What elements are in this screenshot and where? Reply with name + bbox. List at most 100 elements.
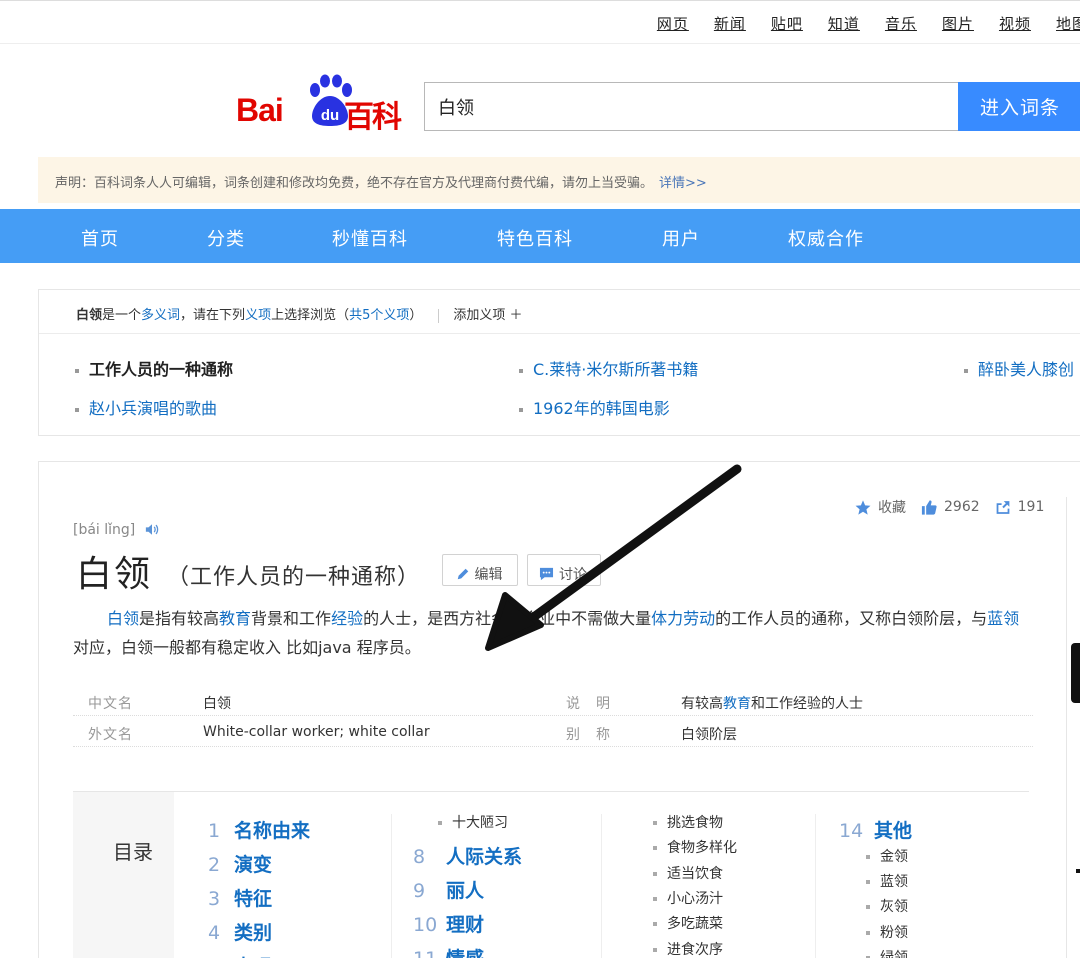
summary-paragraph: 白领是指有较高教育背景和工作经验的人士，是西方社会对企业中不需做大量体力劳动的工… [73, 604, 1033, 662]
top-link-zhidao[interactable]: 知道 [828, 13, 860, 34]
catalog-title: 其他 [874, 820, 913, 842]
top-link-music[interactable]: 音乐 [885, 13, 917, 34]
divider [438, 308, 440, 323]
thumbs-up-icon [921, 499, 937, 515]
search-input[interactable] [425, 83, 958, 130]
sense-item[interactable]: C.莱特·米尔斯所著书籍 [519, 356, 698, 380]
info-value: White-collar worker; white collar [203, 724, 430, 740]
top-link-tieba[interactable]: 贴吧 [771, 13, 803, 34]
catalog-subitem[interactable]: 十大陋习 [438, 812, 508, 832]
catalog-title: 丽人 [446, 880, 485, 902]
top-link-news[interactable]: 新闻 [714, 13, 746, 34]
logo-baike-text: 百科 [344, 100, 402, 135]
catalog-subitem[interactable]: 绿领 [866, 947, 908, 958]
info-value-link[interactable]: 教育 [723, 696, 751, 712]
summary-link[interactable]: 蓝领 [987, 609, 1019, 628]
sense-link[interactable]: 义项 [245, 308, 271, 323]
catalog-num: 9 [413, 880, 426, 902]
summary-text: 背景和工作 [251, 609, 332, 628]
summary-text: 是指有较高 [139, 609, 220, 628]
summary-link[interactable]: 体力劳动 [651, 609, 715, 628]
sense-count: 共5个义项 [349, 308, 410, 323]
info-key: 外文名 [88, 727, 133, 743]
catalog-num: 1 [208, 820, 221, 842]
polysemy-text: 上选择浏览（ [271, 308, 350, 323]
nav-item-home[interactable]: 首页 [81, 225, 119, 251]
catalog-item[interactable]: 3 特征 [208, 884, 272, 911]
polysemy-link[interactable]: 多义词 [141, 308, 180, 323]
catalog-title: 演变 [234, 854, 273, 876]
sense-item-current[interactable]: 工作人员的一种通称 [75, 356, 233, 380]
summary-link[interactable]: 教育 [219, 609, 251, 628]
catalog-subitem[interactable]: 多吃蔬菜 [653, 913, 723, 933]
catalog: 目录 1名称由来 2演变 3特征 4类别 5表现 十大陋习 8人际关系 9丽人 … [73, 791, 1029, 958]
catalog-num: 3 [208, 888, 221, 910]
basic-info-table: 中文名 白领 说 明 有较高教育和工作经验的人士 外文名 White-colla… [73, 685, 1033, 747]
catalog-item[interactable]: 11情感 [413, 944, 484, 958]
catalog-num: 14 [839, 820, 864, 842]
catalog-item[interactable]: 10 理财 [413, 910, 484, 937]
catalog-title: 名称由来 [234, 820, 311, 842]
nav-item-partnership[interactable]: 权威合作 [788, 225, 864, 251]
edit-button[interactable]: 编辑 [442, 554, 518, 586]
nav-item-miaodong[interactable]: 秒懂百科 [332, 225, 408, 251]
catalog-item[interactable]: 4 类别 [208, 918, 272, 945]
search-box [424, 82, 958, 131]
polysemy-text: 是一个 [102, 308, 142, 323]
summary-link[interactable]: 白领 [107, 609, 139, 628]
nav-item-user[interactable]: 用户 [662, 225, 700, 251]
divider [601, 814, 602, 958]
catalog-item[interactable]: 8 人际关系 [413, 842, 522, 869]
summary-link[interactable]: 经验 [331, 609, 363, 628]
nav-item-featured[interactable]: 特色百科 [497, 225, 573, 251]
catalog-side: 目录 [73, 792, 174, 958]
edit-label: 编辑 [474, 566, 503, 583]
share-count: 191 [1017, 499, 1045, 515]
comment-icon [539, 567, 554, 580]
collect-label: 收藏 [878, 500, 906, 516]
sense-item[interactable]: 赵小兵演唱的歌曲 [75, 395, 217, 419]
like-button[interactable]: 2962 [920, 499, 980, 516]
catalog-item[interactable]: 9 丽人 [413, 876, 484, 903]
catalog-item[interactable]: 5表现 [208, 952, 272, 958]
pinyin: [bái lǐng] [73, 522, 159, 538]
catalog-subitem[interactable]: 食物多样化 [653, 837, 737, 857]
speaker-icon[interactable] [145, 523, 159, 536]
main-nav: 首页 分类 秒懂百科 特色百科 用户 权威合作 [0, 209, 1080, 263]
info-value: 白领 [203, 696, 231, 712]
catalog-item[interactable]: 14 其他 [839, 816, 912, 843]
baike-logo[interactable]: Bai du 百科 [236, 72, 406, 135]
catalog-subitem[interactable]: 金领 [866, 846, 908, 866]
side-panel-dot [1076, 869, 1080, 873]
enter-entry-button[interactable]: 进入词条 [958, 82, 1080, 131]
catalog-subitem[interactable]: 灰领 [866, 896, 908, 916]
nav-item-category[interactable]: 分类 [207, 225, 245, 251]
sense-item[interactable]: 1962年的韩国电影 [519, 395, 670, 419]
catalog-item[interactable]: 2 演变 [208, 850, 272, 877]
catalog-item[interactable]: 1 名称由来 [208, 816, 310, 843]
catalog-subitem[interactable]: 蓝领 [866, 871, 908, 891]
entry-tools: 收藏 2962 191 [854, 497, 1058, 517]
disclaimer-detail-link[interactable]: 详情>> [659, 176, 707, 191]
discuss-button[interactable]: 讨论 [527, 554, 601, 586]
catalog-subitem[interactable]: 进食次序 [653, 939, 723, 958]
catalog-subitem[interactable]: 小心汤汁 [653, 888, 723, 908]
add-sense-button[interactable]: 添加义项 ＋ [453, 308, 522, 323]
info-value: 白领阶层 [681, 727, 737, 743]
catalog-subitem[interactable]: 挑选食物 [653, 812, 723, 832]
top-link-video[interactable]: 视频 [999, 13, 1031, 34]
polysemy-text: ） [409, 308, 423, 323]
top-link-web[interactable]: 网页 [657, 13, 689, 34]
share-button[interactable]: 191 [994, 499, 1045, 516]
pencil-icon [457, 568, 468, 579]
sense-item[interactable]: 醉卧美人膝创 [964, 356, 1074, 380]
top-link-map[interactable]: 地图 [1056, 13, 1080, 34]
catalog-subitem[interactable]: 适当饮食 [653, 863, 723, 883]
collect-button[interactable]: 收藏 [854, 497, 906, 517]
catalog-subitem[interactable]: 粉领 [866, 922, 908, 942]
divider [815, 814, 816, 958]
catalog-title: 人际关系 [446, 846, 523, 868]
polysemy-box: 白领是一个多义词，请在下列义项上选择浏览（共5个义项） 添加义项 ＋ 工作人员的一… [38, 289, 1080, 436]
top-link-images[interactable]: 图片 [942, 13, 974, 34]
polysemy-header: 白领是一个多义词，请在下列义项上选择浏览（共5个义项） 添加义项 ＋ [39, 290, 1080, 334]
